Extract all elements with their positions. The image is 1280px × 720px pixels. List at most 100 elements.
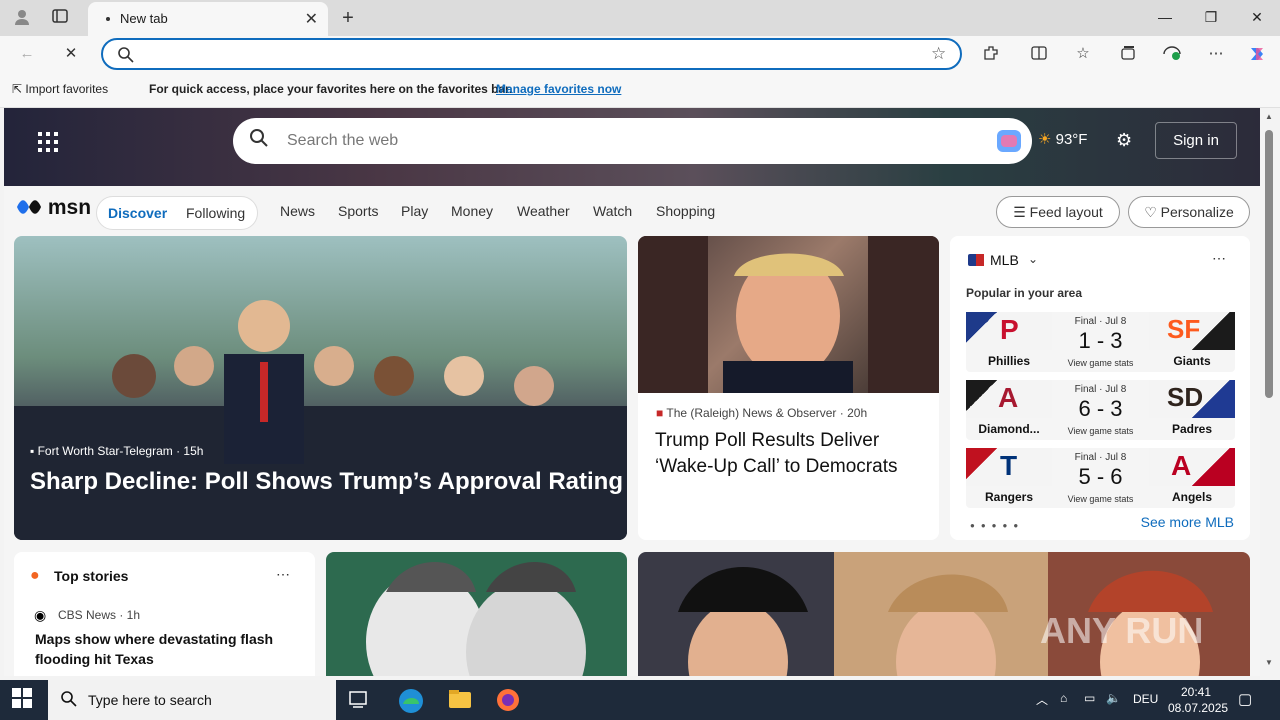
game-card[interactable]: T A Final · Jul 8 5 - 6 View game stats … xyxy=(966,448,1235,508)
carousel-dots[interactable]: ●●●●● xyxy=(970,521,1024,530)
scroll-down-icon[interactable]: ▼ xyxy=(1265,658,1273,667)
battery-icon[interactable]: ▭ xyxy=(1084,691,1095,705)
app-launcher-icon[interactable] xyxy=(38,132,58,152)
scroll-up-icon[interactable]: ▲ xyxy=(1265,112,1273,121)
tab-following[interactable]: Following xyxy=(186,205,245,221)
edge-taskbar-icon[interactable] xyxy=(398,688,423,713)
game-stats-link[interactable]: View game stats xyxy=(1052,358,1149,368)
story-image xyxy=(638,236,939,393)
hero-age: 15h xyxy=(183,444,204,458)
feed-layout-button[interactable]: ☰ Feed layout xyxy=(996,196,1120,228)
game-card[interactable]: A SD Final · Jul 8 6 - 3 View game stats… xyxy=(966,380,1235,440)
notifications-icon[interactable]: ▢ xyxy=(1238,690,1252,708)
hero-headline[interactable]: Sharp Decline: Poll Shows Trump’s Approv… xyxy=(30,468,623,496)
weather-widget[interactable]: ☀ 93°F xyxy=(1038,130,1087,148)
nav-money[interactable]: Money xyxy=(451,203,493,219)
source-logo-icon: ▪ xyxy=(30,444,38,458)
split-screen-icon[interactable] xyxy=(1028,44,1050,64)
browser-toolbar: ← ✕ ☆ ☆ ⋯ xyxy=(0,36,1280,72)
task-view-icon[interactable] xyxy=(348,688,372,712)
personalize-icon: ♡ xyxy=(1144,204,1161,220)
nav-watch[interactable]: Watch xyxy=(593,203,632,219)
msn-header: Search the web ☀ 93°F ⚙ Sign in xyxy=(4,108,1260,186)
nav-shopping[interactable]: Shopping xyxy=(656,203,715,219)
new-tab-icon[interactable]: + xyxy=(338,8,358,28)
game-stats-link[interactable]: View game stats xyxy=(1052,426,1149,436)
mlb-widget: MLB ⌄ ⋯ Popular in your area P SF Final … xyxy=(950,236,1250,540)
collections-icon[interactable] xyxy=(1117,44,1139,64)
tab-bar: New tab ✕ + — ❐ ✕ xyxy=(0,0,1280,36)
sign-in-button[interactable]: Sign in xyxy=(1155,122,1237,159)
minimize-button[interactable]: — xyxy=(1142,0,1188,34)
nav-sports[interactable]: Sports xyxy=(338,203,378,219)
msn-nav: msn Discover Following News Sports Play … xyxy=(4,186,1260,236)
see-more-mlb-link[interactable]: See more MLB xyxy=(1141,514,1234,530)
story-card[interactable]: ■ The (Raleigh) News & Observer · 20h Tr… xyxy=(638,236,939,540)
search-placeholder: Search the web xyxy=(287,132,399,149)
browser-essentials-icon[interactable] xyxy=(1161,44,1183,64)
chevron-down-icon[interactable]: ⌄ xyxy=(1028,252,1038,266)
close-window-button[interactable]: ✕ xyxy=(1234,0,1280,34)
import-favorites-label: Import favorites xyxy=(25,82,109,96)
web-search-box[interactable]: Search the web xyxy=(233,118,1032,164)
page-scrollbar[interactable]: ▲ ▼ xyxy=(1260,108,1280,676)
back-icon[interactable]: ← xyxy=(16,44,38,64)
nav-play[interactable]: Play xyxy=(401,203,428,219)
favorites-message: For quick access, place your favorites h… xyxy=(149,82,513,96)
away-team: Angels xyxy=(1171,490,1212,504)
file-explorer-icon[interactable] xyxy=(448,688,472,712)
taskbar-search[interactable]: Type here to search xyxy=(48,680,336,720)
story-age: 20h xyxy=(847,406,868,420)
copilot-search-icon[interactable] xyxy=(995,128,1023,159)
flame-icon: ● xyxy=(30,567,40,584)
story-card[interactable] xyxy=(326,552,627,676)
story-headline[interactable]: Trump Poll Results Deliver ‘Wake-Up Call… xyxy=(655,428,925,480)
close-tab-icon[interactable]: ✕ xyxy=(305,9,318,29)
copilot-icon[interactable] xyxy=(1246,44,1268,64)
nav-weather[interactable]: Weather xyxy=(517,203,570,219)
weather-sun-icon: ☀ xyxy=(1038,131,1052,148)
personalize-button[interactable]: ♡ Personalize xyxy=(1128,196,1250,228)
restore-button[interactable]: ❐ xyxy=(1188,0,1234,34)
favorite-star-icon[interactable]: ☆ xyxy=(931,44,946,64)
firefox-icon[interactable] xyxy=(496,688,520,712)
clock-date: 08.07.2025 xyxy=(1168,701,1229,715)
top-story-headline[interactable]: Maps show where devastating flash floodi… xyxy=(35,629,295,669)
more-options-icon[interactable]: ⋯ xyxy=(276,566,290,583)
game-card[interactable]: P SF Final · Jul 8 1 - 3 View game stats… xyxy=(966,312,1235,372)
nav-news[interactable]: News xyxy=(280,203,315,219)
network-icon[interactable]: ⌂ xyxy=(1060,691,1067,705)
extensions-icon[interactable] xyxy=(980,44,1002,64)
stop-icon[interactable]: ✕ xyxy=(60,44,82,64)
import-favorites-button[interactable]: ⇱ Import favorites xyxy=(12,82,108,96)
tab-actions-icon[interactable] xyxy=(50,8,70,28)
manage-favorites-link[interactable]: Manage favorites now xyxy=(496,82,621,96)
favorites-icon[interactable]: ☆ xyxy=(1072,44,1094,64)
game-stats-link[interactable]: View game stats xyxy=(1052,494,1149,504)
profile-icon[interactable] xyxy=(12,8,32,28)
scrollbar-thumb[interactable] xyxy=(1265,130,1273,398)
tab-discover[interactable]: Discover xyxy=(108,205,167,221)
home-team: Rangers xyxy=(984,490,1034,504)
settings-more-icon[interactable]: ⋯ xyxy=(1205,44,1227,64)
away-team: Giants xyxy=(1173,354,1211,368)
temperature: 93°F xyxy=(1055,131,1088,148)
mlb-logo-icon xyxy=(968,253,984,271)
top-stories-title[interactable]: Top stories xyxy=(54,568,128,584)
input-language[interactable]: DEU xyxy=(1133,692,1158,706)
address-bar[interactable]: ☆ xyxy=(101,38,962,70)
game-status: Final · Jul 8 xyxy=(1074,384,1127,395)
msn-logo[interactable]: msn xyxy=(16,196,91,220)
anyrun-watermark: ANY RUN xyxy=(1040,610,1204,651)
search-icon xyxy=(60,690,78,713)
hero-story-card[interactable]: ▪ Fort Worth Star-Telegram · 15h Sharp D… xyxy=(14,236,627,540)
system-clock[interactable]: 20:41 08.07.2025 xyxy=(1168,684,1229,716)
tray-chevron-up-icon[interactable]: ︿ xyxy=(1036,691,1048,708)
taskbar: Type here to search ︿ ⌂ ▭ 🔈 DEU 20:41 08… xyxy=(0,680,1280,720)
volume-icon[interactable]: 🔈 xyxy=(1106,691,1121,705)
more-options-icon[interactable]: ⋯ xyxy=(1212,250,1226,267)
mlb-title[interactable]: MLB xyxy=(990,252,1019,268)
windows-start-icon[interactable] xyxy=(12,688,36,712)
settings-gear-icon[interactable]: ⚙ xyxy=(1116,130,1132,151)
tab-new-tab[interactable]: New tab ✕ xyxy=(88,2,328,36)
